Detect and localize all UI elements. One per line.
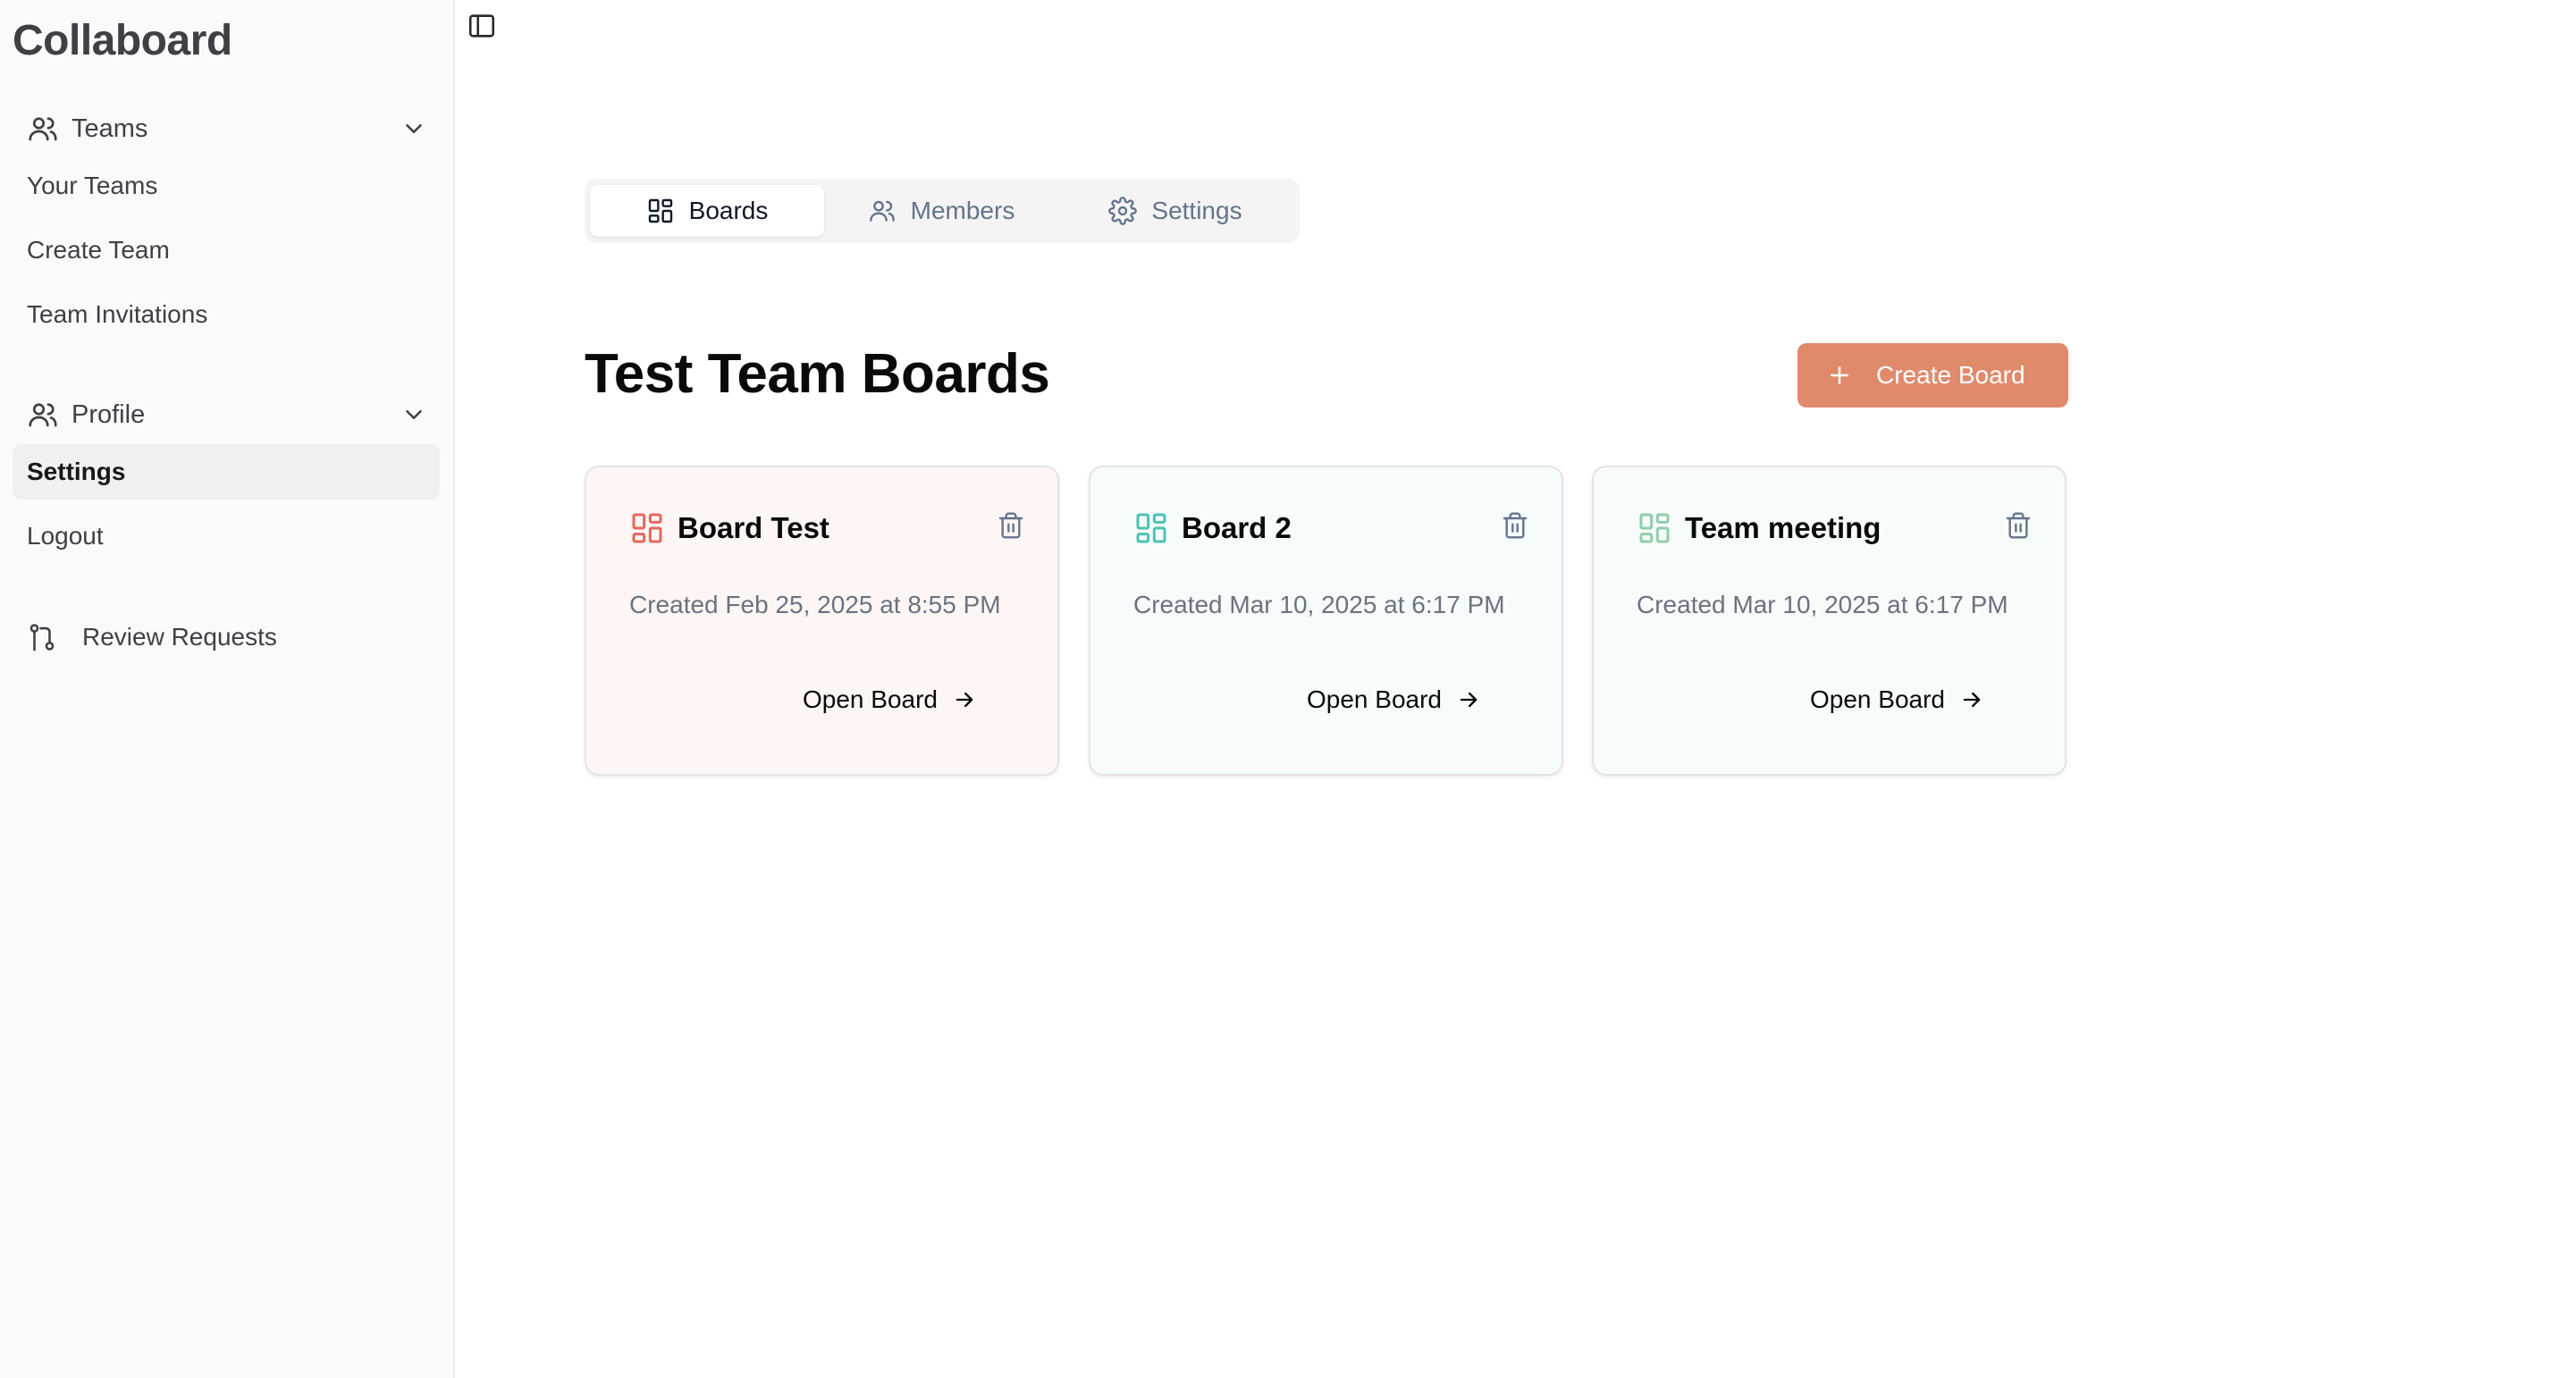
board-created-date: Created Mar 10, 2025 at 6:17 PM: [1133, 591, 1505, 618]
layout-grid-icon: [1136, 513, 1166, 543]
sidebar-item-logout[interactable]: Logout: [13, 508, 440, 564]
review-requests-label: Review Requests: [82, 623, 277, 651]
open-board-label: Open Board: [1810, 685, 1945, 713]
sidebar-item-your-teams[interactable]: Your Teams: [13, 158, 440, 214]
tab-boards-label: Boards: [688, 197, 769, 224]
board-title: Board 2: [1182, 511, 1292, 544]
board-card: Board 2 Created Mar 10, 2025 at 6:17 PM …: [1089, 466, 1563, 776]
teams-group-header[interactable]: Teams: [13, 103, 440, 155]
trash-icon[interactable]: [2004, 510, 2033, 541]
sidebar-item-settings[interactable]: Settings: [13, 444, 440, 500]
users-icon: [869, 200, 895, 222]
tab-settings-label: Settings: [1151, 197, 1242, 224]
board-title: Board Test: [678, 511, 829, 544]
trash-icon[interactable]: [1501, 510, 1529, 541]
board-card: Team meeting Created Mar 10, 2025 at 6:1…: [1592, 466, 2067, 776]
gear-icon: [1108, 197, 1138, 225]
team-tabs: Boards Members Settings: [585, 179, 1300, 243]
tab-boards[interactable]: Boards: [590, 185, 824, 237]
board-created-date: Created Mar 10, 2025 at 6:17 PM: [1637, 591, 2008, 618]
open-board-link[interactable]: Open Board: [1307, 682, 1481, 718]
open-board-label: Open Board: [1307, 685, 1442, 713]
arrow-right-icon: [1460, 692, 1477, 708]
chevron-down-icon: [406, 124, 422, 133]
teams-group-label: Teams: [72, 113, 148, 143]
sidebar-item-create-team[interactable]: Create Team: [13, 223, 440, 278]
tab-settings[interactable]: Settings: [1058, 185, 1292, 237]
create-board-button[interactable]: Create Board: [1797, 343, 2068, 408]
board-created-date: Created Feb 25, 2025 at 8:55 PM: [629, 591, 1001, 618]
chevron-down-icon: [406, 410, 422, 419]
users-icon: [29, 117, 57, 141]
tab-members[interactable]: Members: [824, 185, 1058, 237]
git-pull-request-icon: [29, 624, 55, 651]
board-title: Team meeting: [1685, 511, 1881, 544]
plus-icon: [1831, 366, 1848, 384]
sidebar: Collaboard Teams Your Teams Create Team …: [0, 0, 455, 1378]
page-title: Test Team Boards: [585, 343, 1050, 405]
sidebar-toggle-icon[interactable]: [467, 11, 497, 41]
layout-grid-icon: [648, 198, 672, 223]
sidebar-item-team-invitations[interactable]: Team Invitations: [13, 287, 440, 342]
tab-members-label: Members: [910, 197, 1015, 224]
board-card: Board Test Created Feb 25, 2025 at 8:55 …: [585, 466, 1059, 776]
users-icon: [29, 403, 57, 427]
profile-group-header[interactable]: Profile: [13, 389, 440, 441]
open-board-label: Open Board: [803, 685, 938, 713]
arrow-right-icon: [1963, 692, 1981, 708]
layout-grid-icon: [632, 513, 662, 543]
layout-grid-icon: [1639, 513, 1670, 543]
create-board-label: Create Board: [1876, 361, 2025, 389]
sidebar-item-review-requests[interactable]: Review Requests: [13, 609, 440, 665]
app-logo-text: Collaboard: [13, 17, 232, 64]
profile-group-label: Profile: [72, 399, 146, 429]
open-board-link[interactable]: Open Board: [1810, 682, 1984, 718]
open-board-link[interactable]: Open Board: [803, 682, 977, 718]
arrow-right-icon: [955, 692, 973, 708]
trash-icon[interactable]: [997, 510, 1025, 541]
app-root: Collaboard Teams Your Teams Create Team …: [0, 0, 2576, 1378]
